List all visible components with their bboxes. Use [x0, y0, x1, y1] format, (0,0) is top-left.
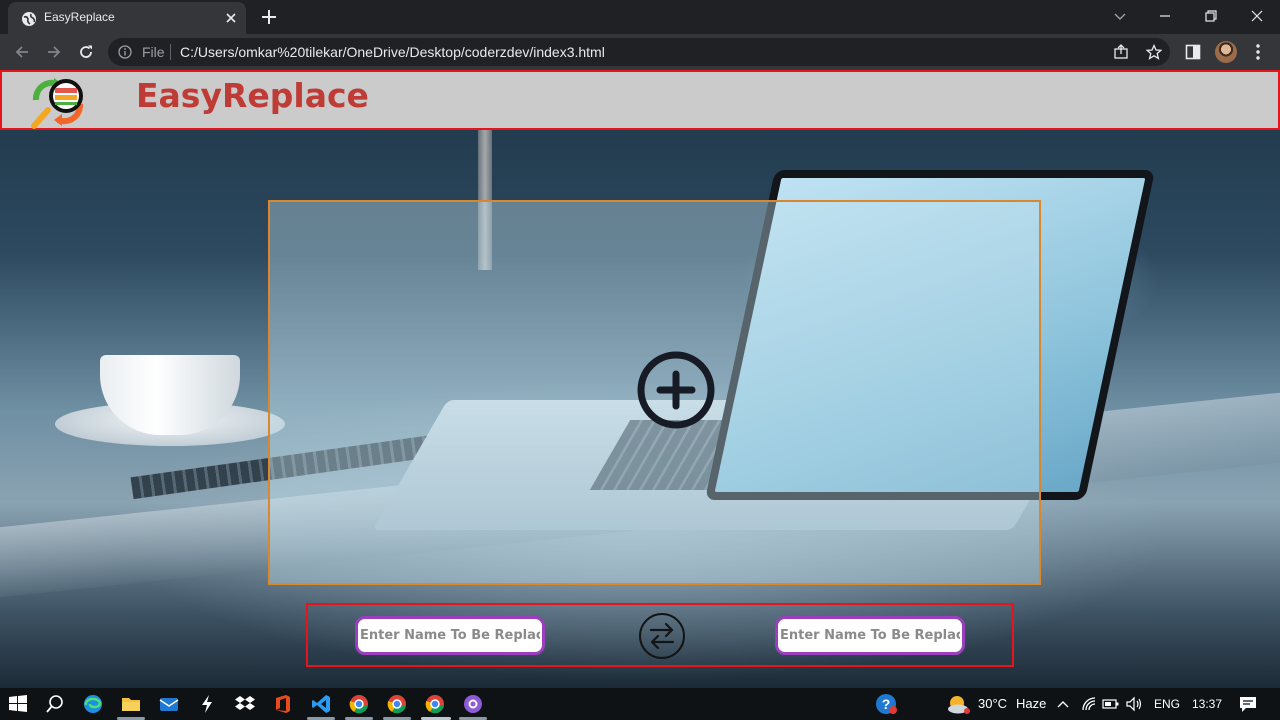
edge-icon[interactable]: [82, 693, 104, 715]
dropbox-icon[interactable]: [234, 693, 256, 715]
bookmark-star-icon[interactable]: [1146, 44, 1162, 60]
browser-toolbar: File C:/Users/omkar%20tilekar/OneDrive/D…: [0, 34, 1280, 70]
scheme-label: File: [142, 44, 165, 60]
back-icon[interactable]: [13, 43, 31, 61]
github-desktop-icon[interactable]: [462, 693, 484, 715]
minimize-icon[interactable]: [1155, 6, 1175, 26]
help-icon[interactable]: ?: [875, 693, 897, 715]
name-to-replace-input[interactable]: [355, 616, 545, 655]
close-window-icon[interactable]: [1247, 6, 1267, 26]
winamp-icon[interactable]: [196, 693, 218, 715]
wifi-icon[interactable]: [1080, 693, 1098, 715]
swap-button[interactable]: [639, 613, 685, 659]
page-viewport: EasyReplace: [0, 70, 1280, 688]
input-language[interactable]: ENG: [1154, 697, 1180, 711]
profile-avatar[interactable]: [1215, 41, 1237, 63]
add-circle-icon[interactable]: [636, 350, 716, 430]
notifications-icon[interactable]: [1237, 693, 1259, 715]
side-panel-icon[interactable]: [1185, 44, 1201, 60]
easyreplace-logo-icon[interactable]: [28, 74, 88, 130]
chrome-icon[interactable]: [348, 693, 370, 715]
replacement-name-input[interactable]: [775, 616, 965, 655]
url-text[interactable]: C:/Users/omkar%20tilekar/OneDrive/Deskto…: [180, 44, 605, 60]
site-header: EasyReplace: [0, 70, 1280, 130]
volume-icon[interactable]: [1125, 693, 1143, 715]
swap-arrows-icon: [649, 622, 675, 650]
close-tab-icon[interactable]: [223, 10, 239, 26]
tab-title: EasyReplace: [44, 10, 115, 24]
new-tab-icon[interactable]: [260, 8, 278, 26]
mail-icon[interactable]: [158, 693, 180, 715]
forward-icon[interactable]: [45, 43, 63, 61]
tray-overflow-chevron-icon[interactable]: [1055, 693, 1071, 715]
office-icon[interactable]: [272, 693, 294, 715]
weather-temperature[interactable]: 30°C: [978, 696, 1007, 711]
info-icon[interactable]: [118, 45, 132, 59]
chrome-icon[interactable]: [424, 693, 446, 715]
replace-controls: [306, 603, 1014, 667]
windows-start-icon[interactable]: [7, 693, 29, 715]
vscode-icon[interactable]: [310, 693, 332, 715]
share-icon[interactable]: [1113, 44, 1129, 60]
search-icon[interactable]: [44, 693, 66, 715]
omnibox-divider: [170, 44, 171, 60]
globe-icon: [22, 12, 36, 26]
weather-description[interactable]: Haze: [1016, 696, 1046, 711]
windows-taskbar: ? 30°C Haze ENG 13:37: [0, 688, 1280, 720]
browser-tabstrip: EasyReplace: [0, 0, 1280, 34]
file-explorer-icon[interactable]: [120, 693, 142, 715]
battery-icon[interactable]: [1102, 693, 1120, 715]
kebab-menu-icon[interactable]: [1250, 43, 1266, 61]
image-drop-zone[interactable]: [268, 200, 1041, 585]
browser-tab-active[interactable]: EasyReplace: [8, 2, 246, 34]
address-bar[interactable]: File C:/Users/omkar%20tilekar/OneDrive/D…: [108, 38, 1170, 66]
clock-time[interactable]: 13:37: [1192, 697, 1222, 711]
restore-icon[interactable]: [1201, 6, 1221, 26]
weather-sun-cloud-icon[interactable]: [945, 693, 971, 715]
svg-text:?: ?: [882, 696, 891, 712]
tab-search-chevron-icon[interactable]: [1110, 6, 1130, 26]
reload-icon[interactable]: [77, 43, 95, 61]
brand-title: EasyReplace: [136, 76, 369, 115]
chrome-icon[interactable]: [386, 693, 408, 715]
